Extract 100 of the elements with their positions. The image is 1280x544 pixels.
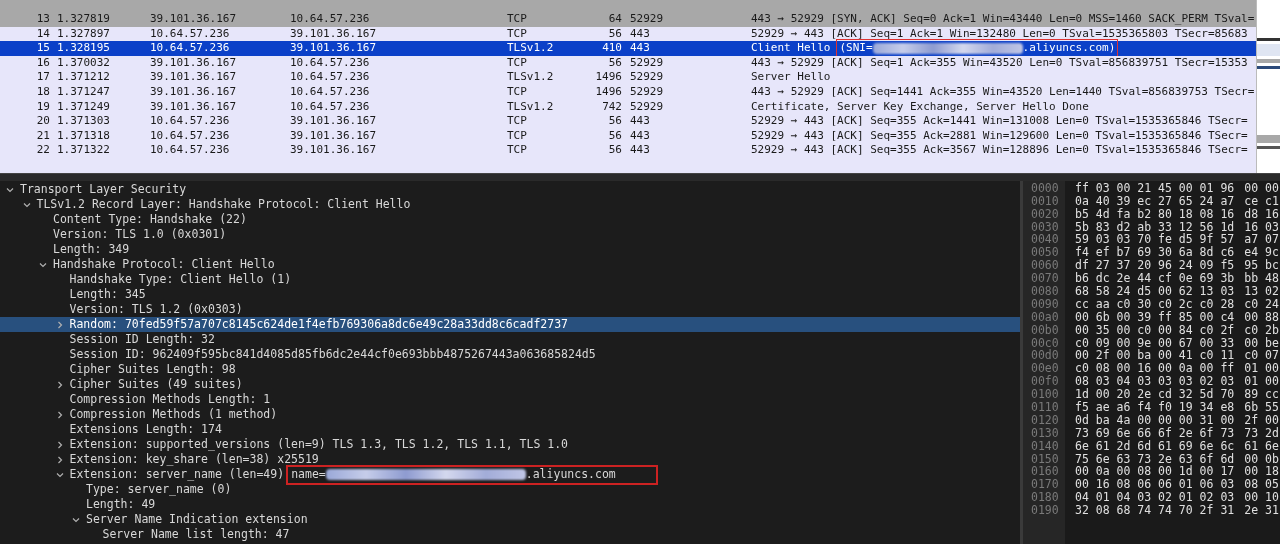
tree-row[interactable]: Length: 345 [0,287,1020,302]
packet-length: 56 [607,127,622,144]
packet-time: 1.328195 [57,40,111,57]
tree-label: Cipher Suites Length: 98 [69,360,236,378]
packet-source: 39.101.36.167 [150,84,238,100]
tree-row[interactable]: Length: 349 [0,242,1020,257]
tree-row[interactable]: Session ID: 962409f595bc841d4085d85fb6dc2e44cf0e693bbb4875267443a063685824d5 [0,347,1020,362]
chevron-down-icon[interactable] [55,470,64,479]
tree-row[interactable]: Session ID Length: 32 [0,332,1020,347]
tree-row[interactable]: Version: TLS 1.2 (0x0303) [0,302,1020,317]
packet-source: 10.64.57.236 [150,40,231,57]
chevron-right-icon[interactable] [55,320,64,329]
tree-label: Handshake Protocol: Client Hello [53,256,275,273]
packet-length: 742 [601,98,622,115]
packet-row[interactable]: 15 1.328195 10.64.57.236 39.101.36.167 TLSv1.2 410 443 Client Hello (SNI= .aliyuncs.com) [0,41,1256,56]
packet-number: 17 [35,69,50,86]
chevron-down-icon[interactable] [72,515,80,524]
tree-row[interactable]: Handshake Type: Client Hello (1) [0,272,1020,287]
packet-number: 13 [35,11,50,28]
tree-row[interactable]: Cipher Suites (49 suites) [0,377,1020,392]
tree-label: Compression Methods Length: 1 [69,391,271,408]
hex-bytes: 95 bc [1244,257,1279,273]
packet-number: 18 [35,84,50,100]
hex-offset: 0030 [1030,220,1060,234]
tree-row[interactable]: Version: TLS 1.0 (0x0301) [0,227,1020,242]
hex-offset: 00b0 [1030,323,1060,337]
packet-number: 19 [35,98,50,115]
tree-row[interactable]: Compression Methods (1 method) [0,407,1020,422]
tree-row[interactable]: Length: 49 [0,497,1020,512]
hex-bytes: 04 01 04 03 02 01 02 03 [1075,489,1235,505]
hex-offset: 0000 [1030,182,1060,195]
tree-label: Session ID: 962409f595bc841d4085d85fb6dc2e44cf0e693bbb4875267443a063685824d5 [69,346,596,363]
tree-row[interactable]: Extensions Length: 174 [0,422,1020,437]
packet-source: 10.64.57.236 [150,113,231,130]
hex-offset: 00c0 [1030,336,1060,350]
chevron-right-icon[interactable] [55,410,64,419]
tree-row[interactable]: Handshake Protocol: Client Hello [0,257,1020,272]
packet-port: 52929 [630,54,665,71]
packet-protocol: TCP [507,84,528,100]
packet-info: Client Hello [751,40,831,57]
tree-row[interactable]: Extension: server_name (len=49) name= .aliyuncs.com [0,467,1020,482]
tree-row[interactable]: Server Name Indication extension [0,512,1020,527]
packet-protocol: TCP [507,11,528,28]
packet-port: 443 [630,25,651,42]
packet-source: 10.64.57.236 [150,127,231,144]
server-name-text: name= [291,465,326,483]
hex-bytes: c0 2b [1244,321,1279,337]
tree-label: Version: TLS 1.2 (0x0303) [69,301,243,318]
tree-row[interactable]: TLSv1.2 Record Layer: Handshake Protocol: Client Hello [0,197,1020,212]
packet-protocol: TLSv1.2 [507,98,555,115]
hex-offset: 00a0 [1030,310,1060,324]
tree-label: Transport Layer Security [20,181,187,198]
packet-row[interactable]: 13 1.327819 39.101.36.167 10.64.57.236 TCP 64 52929 443 → 52929 [SYN, ACK] Seq=0 Ack=1 Win=43440 Len=0 MSS=1460 SACK_PERM TSval= [0,12,1256,27]
tree-row[interactable]: Transport Layer Security [0,182,1020,197]
chevron-right-icon[interactable] [55,380,64,389]
packet-time: 1.371322 [57,142,111,159]
hex-bytes: 6e 61 2d 6d 61 69 6e 6c [1075,437,1235,453]
chevron-down-icon[interactable] [39,260,47,269]
hex-offset: 0100 [1030,388,1060,402]
hex-offset: 0110 [1030,401,1060,415]
hex-bytes: df 27 37 20 96 24 09 f5 [1075,257,1235,273]
packet-number: 16 [35,54,50,71]
tree-row[interactable]: Compression Methods Length: 1 [0,392,1020,407]
tree-row[interactable]: Extension: key_share (len=38) x25519 [0,452,1020,467]
tree-label: Length: 349 [53,240,130,258]
hex-offset: 0150 [1030,452,1060,466]
tree-row[interactable]: Random: 70fed59f57a707c8145c624de1f4efb769306a8dc6e49c28a33dd8c6cadf2737 [0,317,1020,332]
packet-protocol: TLSv1.2 [507,69,555,86]
hex-offset: 0070 [1030,272,1060,286]
tree-label: Type: server_name (0) [86,481,232,498]
tree-label: Compression Methods (1 method) [69,406,278,423]
hex-bytes: 08 03 04 03 03 03 02 03 [1075,373,1235,389]
packet-port: 443 [630,142,651,159]
tree-row[interactable]: Server Name list length: 47 [0,527,1020,542]
hex-bytes: 5b 83 d2 ab 33 12 56 1d [1075,218,1235,234]
packet-length: 1496 [594,69,622,86]
packet-destination: 10.64.57.236 [290,11,371,28]
packet-time: 1.327897 [57,25,111,42]
hex-offset: 0140 [1030,439,1060,453]
packet-protocol: TCP [507,25,528,42]
tree-label: Cipher Suites (49 suites) [69,376,243,393]
packet-number: 20 [35,113,50,130]
packet-port: 52929 [630,84,665,100]
packet-source: 39.101.36.167 [150,69,238,86]
tree-row[interactable]: Type: server_name (0) [0,482,1020,497]
tree-row[interactable]: Cipher Suites Length: 98 [0,362,1020,377]
packet-length: 56 [607,113,622,130]
packet-info: 443 → 52929 [ACK] Seq=1441 Ack=355 Win=43520 Len=1440 TSval=856839753 TSecr= [751,84,1255,100]
tree-row[interactable]: Extension: supported_versions (len=9) TLS 1.3, TLS 1.2, TLS 1.1, TLS 1.0 [0,437,1020,452]
hex-offset: 00f0 [1030,375,1060,389]
hex-bytes: 00 2f 00 ba 00 41 c0 11 [1075,347,1235,363]
packet-destination: 39.101.36.167 [290,25,378,42]
packet-protocol: TCP [507,113,528,130]
tree-row[interactable]: Content Type: Handshake (22) [0,212,1020,227]
packet-info: 52929 → 443 [ACK] Seq=355 Ack=2881 Win=129600 Len=0 TSval=1535365846 TSecr= [751,127,1248,144]
packet-time: 1.371318 [57,127,111,144]
hex-bytes: 00 10 [1244,489,1279,505]
packet-number: 15 [35,40,50,57]
packet-info: 443 → 52929 [ACK] Seq=1 Ack=355 Win=43520 Len=0 TSval=856839751 TSecr=15353 [751,54,1248,71]
hex-bytes: 2f 00 [1244,411,1279,427]
